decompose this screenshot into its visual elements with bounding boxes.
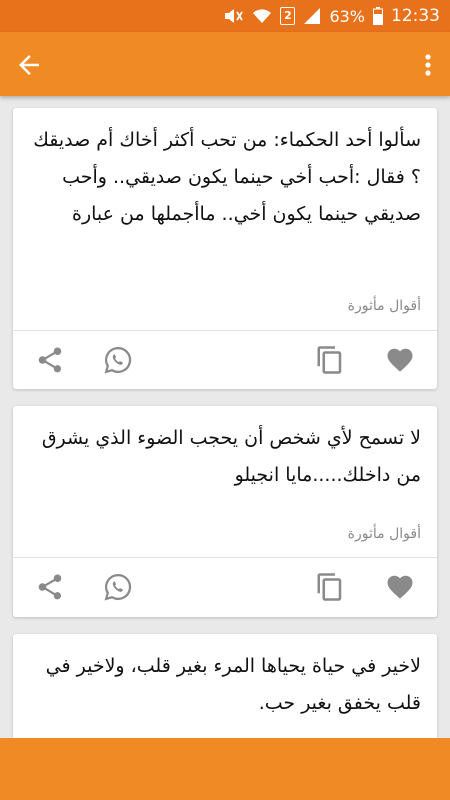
- favorite-icon: [387, 575, 413, 599]
- card-actions: [13, 558, 437, 616]
- copy-button[interactable]: [315, 345, 345, 375]
- status-bar: 2 63% 12:33: [0, 0, 450, 32]
- quote-text: لاخير في حياة يحياها المرء بغير قلب، ولا…: [45, 655, 421, 714]
- app-bar: [0, 32, 450, 96]
- quote-card: لا تسمح لأي شخص أن يحجب الضوء الذي يشرق …: [13, 406, 437, 617]
- copy-button[interactable]: [315, 572, 345, 602]
- signal-icon: [303, 7, 321, 25]
- clock: 12:33: [391, 6, 440, 26]
- copy-icon: [317, 346, 342, 374]
- overflow-menu-button[interactable]: [418, 50, 438, 80]
- copy-icon: [317, 573, 342, 601]
- sim-2-icon: 2: [280, 7, 296, 25]
- share-icon: [38, 574, 62, 600]
- bottom-banner: [0, 738, 450, 800]
- battery-icon: [373, 7, 383, 25]
- whatsapp-button[interactable]: [103, 572, 133, 602]
- favorite-button[interactable]: [385, 572, 415, 602]
- favorite-icon: [387, 348, 413, 372]
- favorite-button[interactable]: [385, 345, 415, 375]
- share-button[interactable]: [35, 572, 65, 602]
- back-button[interactable]: [14, 50, 44, 80]
- quote-category: أقوال مأثورة: [347, 298, 421, 314]
- share-button[interactable]: [35, 345, 65, 375]
- whatsapp-icon: [104, 346, 132, 374]
- battery-percent: 63%: [329, 6, 365, 26]
- wifi-icon: [252, 7, 272, 25]
- quote-card: لاخير في حياة يحياها المرء بغير قلب، ولا…: [13, 634, 437, 738]
- share-icon: [38, 347, 62, 373]
- quote-category: أقوال مأثورة: [347, 526, 421, 542]
- quote-card: سألوا أحد الحكماء: من تحب أكثر أخاك أم ص…: [13, 108, 437, 389]
- arrow-back-icon: [19, 55, 39, 75]
- more-vert-icon: [425, 54, 431, 76]
- quote-text: لا تسمح لأي شخص أن يحجب الضوء الذي يشرق …: [41, 427, 421, 486]
- whatsapp-button[interactable]: [103, 345, 133, 375]
- quotes-feed[interactable]: سألوا أحد الحكماء: من تحب أكثر أخاك أم ص…: [0, 96, 450, 738]
- mute-icon: [222, 7, 244, 25]
- quote-text: سألوا أحد الحكماء: من تحب أكثر أخاك أم ص…: [33, 129, 421, 225]
- whatsapp-icon: [104, 573, 132, 601]
- status-icons: 2 63% 12:33: [222, 0, 440, 32]
- card-actions: [13, 331, 437, 389]
